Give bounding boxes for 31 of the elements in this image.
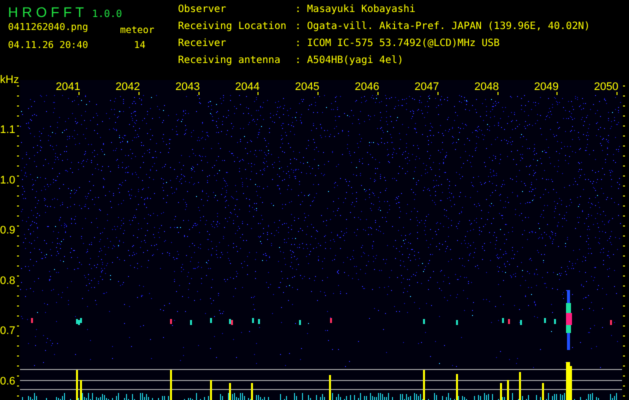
x-axis-label: 2045 [294, 81, 320, 93]
x-axis-label: 2049 [534, 81, 559, 93]
x-axis-label: 2050 [594, 81, 618, 93]
y-axis-label: 0.8 [0, 274, 16, 287]
y-axis-label: 0.6 [0, 376, 16, 388]
file-name: 0411262040.png [8, 22, 90, 35]
x-axis-label: 2043 [175, 81, 200, 93]
x-axis-label: 2047 [414, 81, 440, 93]
info-value: : Masayuki Kobayashi [295, 4, 416, 17]
x-axis-label: 2044 [235, 81, 260, 93]
x-axis-label: 2046 [354, 81, 380, 93]
y-axis-label: 1.0 [0, 174, 16, 186]
info-value: : Ogata-vill. Akita-Pref. JAPAN (139.96E, 40.02N) [295, 21, 590, 34]
meteor-count: 14 [133, 40, 146, 53]
x-axis-label: 2048 [474, 81, 499, 93]
axis-unit: kHz [0, 74, 19, 86]
x-axis-label: 2042 [116, 81, 140, 93]
date-time: 04.11.26 20:40 [8, 40, 90, 53]
x-axis-label: 2041 [56, 81, 80, 93]
meteor-label: meteor [120, 25, 156, 36]
info-label: Observer [178, 4, 228, 17]
info-label: Receiving Location [178, 21, 288, 34]
app-title: H R O F F T [8, 4, 84, 20]
info-label: Receiving antenna [178, 55, 282, 68]
y-axis-label: 1.1 [0, 124, 16, 136]
info-label: Receiver [178, 38, 228, 51]
y-axis-label: 0.7 [0, 325, 16, 338]
info-value: : A504HB(yagi 4el) [295, 55, 404, 68]
info-value: : ICOM IC-575 53.7492(@LCD)MHz USB [295, 38, 501, 51]
version-label: 1.0.0 [92, 9, 122, 20]
y-axis-label: 0.9 [0, 224, 16, 237]
